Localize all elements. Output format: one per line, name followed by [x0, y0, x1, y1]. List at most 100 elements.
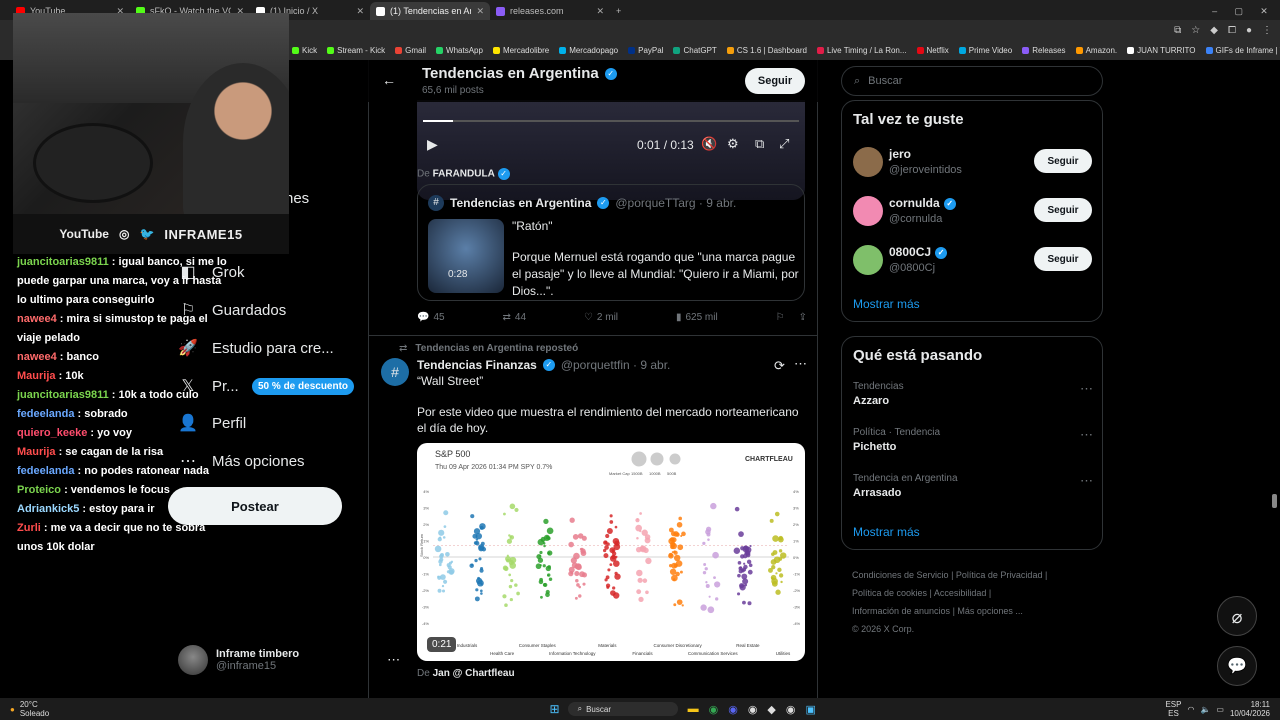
repost-button[interactable]: ⇄ 44	[503, 312, 527, 323]
more-icon[interactable]: ⋯	[1080, 473, 1093, 489]
author-avatar[interactable]: #	[381, 358, 409, 386]
bookmark-item[interactable]: Netflix	[916, 46, 949, 55]
close-tab-icon[interactable]: ✕	[356, 6, 364, 17]
chrome-icon[interactable]: ◉	[709, 703, 719, 716]
chat-username[interactable]: Zurli	[17, 522, 41, 534]
minimize-icon[interactable]: –	[1212, 6, 1217, 16]
chat-username[interactable]: nawee4	[17, 313, 57, 325]
taskbar-search[interactable]: ⌕ Buscar	[567, 702, 678, 716]
like-button[interactable]: ♡ 2 mil	[584, 312, 618, 323]
trend-item[interactable]: Tendencia en Argentina Arrasado ⋯	[853, 473, 1093, 513]
window-controls[interactable]: – ▢ ✕	[1200, 2, 1280, 20]
profile-icon[interactable]: ●	[1246, 25, 1252, 36]
follow-button[interactable]: Seguir	[745, 68, 805, 94]
user-name[interactable]: jero	[889, 147, 911, 161]
obs-icon[interactable]: ◉	[786, 703, 796, 716]
grok-post-icon[interactable]: ⟳	[774, 358, 785, 374]
wifi-icon[interactable]: ◠	[1187, 705, 1194, 714]
windows-start-icon[interactable]: ⊞	[550, 702, 560, 716]
user-name[interactable]: cornulda ✓	[889, 196, 956, 210]
bookmark-item[interactable]: PayPal	[628, 46, 663, 55]
bookmark-item[interactable]: Mercadolibre	[492, 46, 549, 55]
bookmark-item[interactable]: Stream - Kick	[327, 46, 385, 55]
settings-icon[interactable]: ⚙	[727, 136, 739, 152]
chat-username[interactable]: Adriankick5	[17, 503, 79, 515]
avatar[interactable]	[853, 147, 883, 177]
discord-icon[interactable]: ◉	[728, 703, 738, 716]
close-tab-icon[interactable]: ✕	[596, 6, 604, 17]
avatar[interactable]	[853, 196, 883, 226]
bookmark-item[interactable]: Releases	[1022, 46, 1066, 55]
browser-tab-active[interactable]: (1) Tendencias en Argentina (E✕	[370, 2, 490, 20]
quoted-post[interactable]: # Tendencias en Argentina ✓ @porqueTTarg…	[417, 184, 805, 301]
chat-username[interactable]: fedeelanda	[17, 465, 74, 477]
show-more-link[interactable]: Mostrar más	[853, 297, 920, 311]
screenshot-icon[interactable]: ⧉	[1174, 25, 1181, 36]
chat-username[interactable]: quiero_keeke	[17, 427, 87, 439]
bookmark-item[interactable]: JUAN TURRITO	[1127, 46, 1196, 55]
chat-username[interactable]: Maurija	[17, 446, 56, 458]
bookmark-item[interactable]: WhatsApp	[436, 46, 483, 55]
more-icon[interactable]: ⋯	[1080, 427, 1093, 443]
bookmark-item[interactable]: Mercadopago	[559, 46, 618, 55]
trend-item[interactable]: Tendencias Azzaro ⋯	[853, 381, 1093, 421]
messages-icon[interactable]: 💬	[1217, 646, 1257, 686]
views-button[interactable]: ▮ 625 mil	[676, 312, 718, 323]
chat-username[interactable]: Maurija	[17, 370, 56, 382]
play-icon[interactable]: ▶	[427, 136, 438, 153]
video-progress-track[interactable]	[423, 120, 799, 122]
back-arrow-icon[interactable]: ←	[382, 72, 396, 88]
chat-username[interactable]: fedeelanda	[17, 408, 74, 420]
chat-username[interactable]: nawee4	[17, 351, 57, 363]
bookmark-item[interactable]: GIFs de Inframe | Te...	[1205, 46, 1280, 55]
follow-button[interactable]: Seguir	[1034, 198, 1092, 222]
battery-icon[interactable]: ▭	[1216, 705, 1224, 714]
browser-tab[interactable]: releases.com ✕	[490, 2, 610, 20]
close-window-icon[interactable]: ✕	[1260, 6, 1268, 17]
follow-button[interactable]: Seguir	[1034, 149, 1092, 173]
trend-item[interactable]: Política · Tendencia Pichetto ⋯	[853, 427, 1093, 467]
quoted-thumbnail[interactable]: 0:28	[428, 219, 504, 293]
user-name[interactable]: 0800CJ ✓	[889, 245, 948, 259]
extensions-icon[interactable]: ⧠	[1228, 25, 1236, 36]
bookmark-item[interactable]: CS 1.6 | Dashboard	[726, 46, 807, 55]
avatar[interactable]	[853, 245, 883, 275]
new-tab-button[interactable]: +	[610, 2, 630, 20]
discount-badge[interactable]: 50 % de descuento	[252, 378, 355, 395]
chat-username[interactable]: juancitoarias9811	[17, 256, 109, 268]
bookmark-item[interactable]: Prime Video	[958, 46, 1012, 55]
app-icon[interactable]: ▣	[806, 703, 816, 716]
show-more-link[interactable]: Mostrar más	[853, 525, 920, 539]
menu-icon[interactable]: ⋮	[1262, 25, 1272, 36]
bookmark-item[interactable]: Gmail	[395, 46, 426, 55]
grok-float-icon[interactable]: ⌀	[1217, 596, 1257, 636]
share-icon[interactable]: ⇪	[799, 312, 807, 323]
chat-username[interactable]: juancitoarias9811	[17, 389, 109, 401]
pip-icon[interactable]: ⧉	[755, 136, 764, 152]
volume-icon[interactable]: 🔈	[1200, 705, 1210, 714]
search-box[interactable]: ⌕ Buscar	[841, 66, 1103, 96]
star-icon[interactable]: ☆	[1191, 25, 1200, 36]
fullscreen-icon[interactable]: ⤢	[779, 136, 789, 152]
app-icon[interactable]: ◆	[767, 703, 775, 716]
file-explorer-icon[interactable]: ▬	[688, 703, 699, 715]
bookmark-item[interactable]: Live Timing / La Ron...	[816, 46, 907, 55]
more-icon[interactable]: ⋯	[1080, 381, 1093, 397]
clock[interactable]: 18:11 10/04/2026	[1230, 700, 1270, 718]
maximize-icon[interactable]: ▢	[1234, 6, 1243, 17]
scrollbar-thumb[interactable]	[1272, 494, 1277, 508]
mute-icon[interactable]: 🔇	[701, 136, 717, 152]
bookmark-item[interactable]: ChatGPT	[673, 46, 717, 55]
bookmark-item[interactable]: Kick	[292, 46, 317, 55]
source-name[interactable]: FARANDULA	[433, 169, 495, 180]
steam-icon[interactable]: ◉	[748, 703, 758, 716]
more-icon[interactable]: ⋯	[387, 652, 400, 668]
reply-button[interactable]: 💬 45	[417, 312, 445, 323]
close-tab-icon[interactable]: ✕	[476, 6, 484, 17]
chart-media[interactable]: S&P 500 Thu 09 Apr 2026 01:34 PM SPY 0.7%…	[417, 443, 805, 661]
account-switcher[interactable]: Inframe timbero @inframe15 ⋯	[178, 645, 400, 675]
extension-icon[interactable]: ◆	[1210, 25, 1218, 36]
weather-widget[interactable]: ● 20°C Soleado	[0, 700, 200, 718]
chat-username[interactable]: Proteico	[17, 484, 61, 496]
more-icon[interactable]: ⋯	[794, 356, 807, 372]
